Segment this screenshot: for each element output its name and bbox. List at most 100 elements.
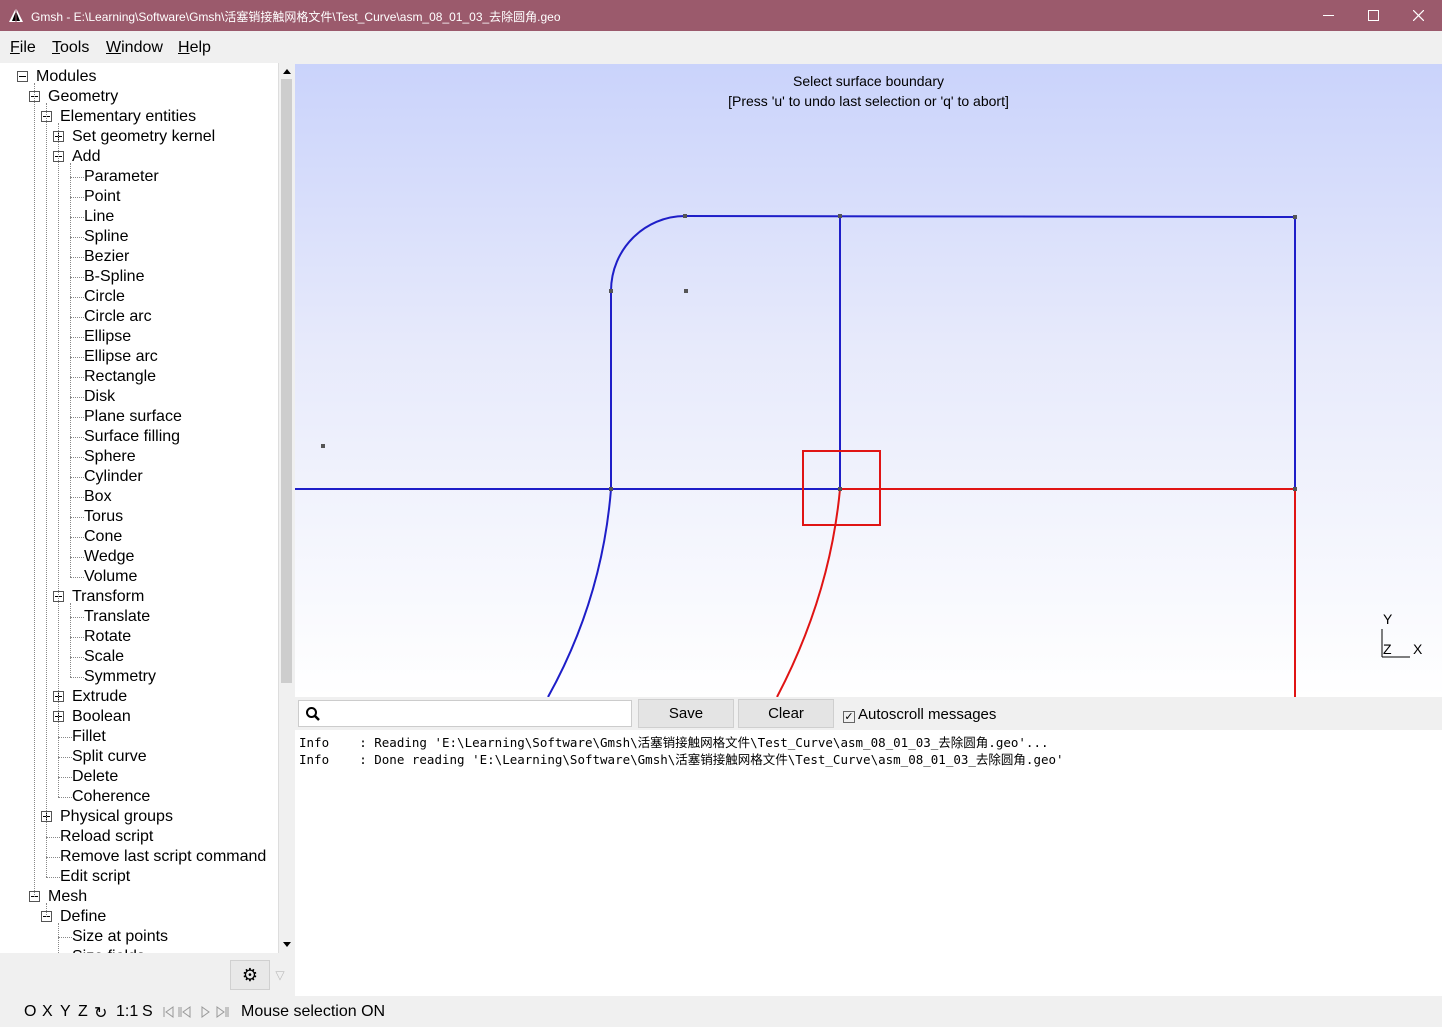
tree-connector [70,417,84,418]
graphics-viewport[interactable]: Select surface boundary [Press 'u' to un… [295,64,1442,697]
point-marker[interactable] [321,444,325,448]
tree-item[interactable]: Fillet [72,727,106,747]
curve-lower-red-arc[interactable] [776,488,841,697]
tree-item[interactable]: Rectangle [84,367,156,387]
tree-item[interactable]: Plane surface [84,407,182,427]
tree-item[interactable]: Translate [84,607,150,627]
view-origin-button[interactable]: O [24,1003,36,1021]
tree-item[interactable]: Reload script [60,827,153,847]
tree-item[interactable]: Edit script [60,867,130,887]
scroll-up-icon[interactable] [282,67,292,77]
point-marker[interactable] [609,289,613,293]
tree-item[interactable]: Elementary entities [60,107,196,127]
view-y-button[interactable]: Y [60,1003,71,1021]
message-log[interactable]: Info : Reading 'E:\Learning\Software\Gms… [295,730,1442,996]
tree-item[interactable]: Parameter [84,167,159,187]
tree-item[interactable]: Torus [84,507,123,527]
menu-file[interactable]: File [10,39,36,57]
tree-item[interactable]: Delete [72,767,118,787]
tree-item[interactable]: Cylinder [84,467,143,487]
tree-item[interactable]: Define [60,907,106,927]
tree-item[interactable]: Extrude [72,687,127,707]
curve-fillet-arc[interactable] [610,215,686,292]
tree-item[interactable]: Transform [72,587,144,607]
point-marker[interactable] [684,289,688,293]
tree-item[interactable]: Add [72,147,100,167]
tree-item[interactable]: Geometry [48,87,118,107]
tree-item[interactable]: Split curve [72,747,147,767]
menu-help[interactable]: Help [178,39,211,57]
tree-item[interactable]: Disk [84,387,115,407]
menu-window[interactable]: Window [106,39,163,57]
snapshot-button[interactable]: S [142,1003,153,1021]
module-tree[interactable]: Modules Geometry Elementary entities Set ge… [0,63,278,953]
view-x-button[interactable]: X [42,1003,53,1021]
tree-item[interactable]: Point [84,187,120,207]
curve-lower-blue-arc[interactable] [547,488,612,697]
message-search-input[interactable] [325,703,625,724]
tree-item[interactable]: Scale [84,647,124,667]
previous-frame-icon[interactable] [178,1006,191,1018]
tree-item[interactable]: Size at points [72,927,168,947]
tree-connector [70,557,84,558]
tree-item[interactable]: Sphere [84,447,136,467]
tree-item[interactable]: B-Spline [84,267,144,287]
tree-connector [70,357,84,358]
play-icon[interactable] [201,1006,210,1018]
tree-connector [58,777,72,778]
point-marker[interactable] [838,487,842,491]
tree-item[interactable]: Circle [84,287,125,307]
tree-item[interactable]: Ellipse arc [84,347,158,367]
next-frame-icon[interactable] [216,1006,229,1018]
tree-item[interactable]: Cone [84,527,122,547]
message-search[interactable] [298,700,632,727]
tree-item[interactable]: Volume [84,567,137,587]
collapse-icon[interactable] [17,71,28,82]
tree-item[interactable]: Surface filling [84,427,180,447]
tree-item[interactable]: Wedge [84,547,134,567]
autoscroll-toggle[interactable]: ✓ Autoscroll messages [843,706,996,723]
dropdown-button[interactable]: ▽ [270,960,290,990]
tree-item[interactable]: Set geometry kernel [72,127,215,147]
view-z-button[interactable]: Z [78,1003,88,1021]
first-frame-icon[interactable] [163,1006,174,1018]
tree-connector [70,657,84,658]
tree-item[interactable]: Box [84,487,112,507]
menu-tools[interactable]: Tools [52,39,89,57]
maximize-button[interactable] [1350,0,1396,31]
point-marker[interactable] [1293,215,1297,219]
rotate-icon[interactable]: ↻ [94,1003,107,1023]
scroll-down-icon[interactable] [282,939,292,949]
tree-item[interactable]: Mesh [48,887,87,907]
minimize-button[interactable] [1305,0,1351,31]
tree-item[interactable]: Modules [36,67,96,87]
tree-item[interactable]: Coherence [72,787,150,807]
tree-item[interactable]: Ellipse [84,327,131,347]
tree-scrollbar[interactable] [278,63,294,953]
clear-messages-button[interactable]: Clear [738,699,834,728]
point-marker[interactable] [838,214,842,218]
tree-item[interactable]: Size fields [72,947,145,953]
tree-item[interactable]: Boolean [72,707,131,727]
close-button[interactable] [1395,0,1441,31]
curve-top-line[interactable] [684,215,1296,218]
tree-item[interactable]: Physical groups [60,807,173,827]
tree-item[interactable]: Bezier [84,247,129,267]
tree-item[interactable]: Symmetry [84,667,156,687]
geometry-canvas[interactable]: Y Z X [295,64,1442,697]
point-marker[interactable] [609,487,613,491]
point-marker[interactable] [1293,487,1297,491]
tree-connector [70,637,84,638]
scale-one-button[interactable]: 1:1 [116,1003,138,1021]
tree-item[interactable]: Spline [84,227,128,247]
save-messages-button[interactable]: Save [638,699,734,728]
window-title: Gmsh - E:\Learning\Software\Gmsh\活塞销接触网格… [31,10,561,24]
settings-button[interactable]: ⚙ [230,960,270,990]
tree-item[interactable]: Line [84,207,114,227]
tree-item[interactable]: Rotate [84,627,131,647]
tree-item[interactable]: Remove last script command [60,847,266,867]
checkbox-checked-icon[interactable]: ✓ [843,711,855,723]
tree-item[interactable]: Circle arc [84,307,152,327]
point-marker[interactable] [683,214,687,218]
scrollbar-thumb[interactable] [281,79,292,683]
